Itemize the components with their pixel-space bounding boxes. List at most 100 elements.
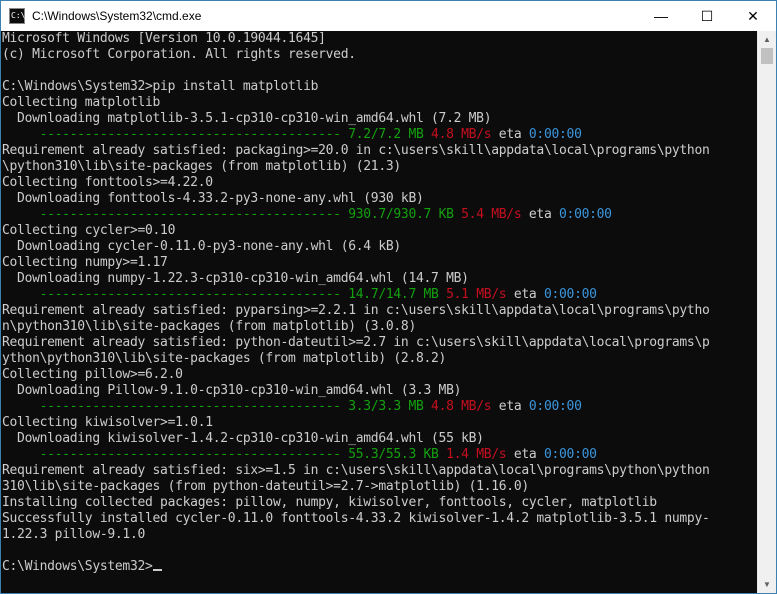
scroll-up-arrow-icon[interactable]: ▲ xyxy=(758,31,776,48)
console-line: Downloading fonttools-4.33.2-py3-none-an… xyxy=(1,191,758,207)
window-controls: — ☐ ✕ xyxy=(638,1,776,31)
console-text: \python310\lib\site-packages (from matpl… xyxy=(2,159,401,174)
console-text: Downloading numpy-1.22.3-cp310-cp310-win… xyxy=(2,271,469,286)
console-text: 0:00:00 xyxy=(528,127,582,142)
console-line: ----------------------------------------… xyxy=(1,399,758,415)
maximize-button[interactable]: ☐ xyxy=(684,1,730,31)
console-text: 55.3/55.3 KB xyxy=(340,447,439,462)
console-line: C:\Windows\System32> xyxy=(1,559,758,575)
console-text: Successfully installed cycler-0.11.0 fon… xyxy=(2,511,710,526)
console-text: Requirement already satisfied: pyparsing… xyxy=(2,303,710,318)
console-text: ---------------------------------------- xyxy=(39,207,341,222)
console-line: Requirement already satisfied: packaging… xyxy=(1,143,758,159)
console-line: Collecting pillow>=6.2.0 xyxy=(1,367,758,383)
console-line: Microsoft Windows [Version 10.0.19044.16… xyxy=(1,31,758,47)
console-line: Downloading kiwisolver-1.4.2-cp310-cp310… xyxy=(1,431,758,447)
console-text: 310\lib\site-packages (from python-dateu… xyxy=(2,479,529,494)
console-text: ---------------------------------------- xyxy=(39,287,341,302)
console-text: n\python310\lib\site-packages (from matp… xyxy=(2,319,416,334)
console-line: (c) Microsoft Corporation. All rights re… xyxy=(1,47,758,63)
console-text: 5.4 MB/s xyxy=(453,207,522,222)
console-line: Downloading numpy-1.22.3-cp310-cp310-win… xyxy=(1,271,758,287)
console-text: 0:00:00 xyxy=(559,207,612,222)
console-line: Collecting cycler>=0.10 xyxy=(1,223,758,239)
command-prompt-icon[interactable]: C:\ xyxy=(9,8,25,24)
console-text: 930.7/930.7 KB xyxy=(340,207,454,222)
console-text: 3.3/3.3 MB xyxy=(340,399,424,414)
console-text: 0:00:00 xyxy=(543,287,597,302)
console-text: Requirement already satisfied: packaging… xyxy=(2,143,710,158)
text-cursor xyxy=(152,569,162,571)
console-text: Requirement already satisfied: python-da… xyxy=(2,335,710,350)
console-line: n\python310\lib\site-packages (from matp… xyxy=(1,319,758,335)
console-line: Collecting matplotlib xyxy=(1,95,758,111)
console-line: Downloading matplotlib-3.5.1-cp310-cp310… xyxy=(1,111,758,127)
console-line: Requirement already satisfied: six>=1.5 … xyxy=(1,463,758,479)
console-text: 1.22.3 pillow-9.1.0 xyxy=(2,527,146,542)
console-line: ython\python310\lib\site-packages (from … xyxy=(1,351,758,367)
console-line: Collecting kiwisolver>=1.0.1 xyxy=(1,415,758,431)
console-text: Installing collected packages: pillow, n… xyxy=(2,495,657,510)
console-text: ython\python310\lib\site-packages (from … xyxy=(2,351,447,366)
console-text: 4.8 MB/s xyxy=(423,127,492,142)
console-line: Installing collected packages: pillow, n… xyxy=(1,495,758,511)
console-text: Collecting numpy>=1.17 xyxy=(2,255,168,270)
title-bar[interactable]: C:\ C:\Windows\System32\cmd.exe — ☐ ✕ xyxy=(1,1,776,31)
console-line: ----------------------------------------… xyxy=(1,127,758,143)
console-text: Downloading cycler-0.11.0-py3-none-any.w… xyxy=(2,239,401,254)
console-text: 7.2/7.2 MB xyxy=(340,127,424,142)
console-line: Requirement already satisfied: pyparsing… xyxy=(1,303,758,319)
console-line: Collecting fonttools>=4.22.0 xyxy=(1,175,758,191)
console-text: C:\Windows\System32> xyxy=(2,559,153,574)
console-output[interactable]: Microsoft Windows [Version 10.0.19044.16… xyxy=(1,31,758,593)
scrollbar-thumb[interactable] xyxy=(761,48,773,64)
console-text: eta xyxy=(506,447,544,462)
console-line: 310\lib\site-packages (from python-dateu… xyxy=(1,479,758,495)
minimize-button[interactable]: — xyxy=(638,1,684,31)
console-line: Requirement already satisfied: python-da… xyxy=(1,335,758,351)
console-text: 0:00:00 xyxy=(543,447,597,462)
console-text: eta xyxy=(491,127,529,142)
console-text: Collecting matplotlib xyxy=(2,95,161,110)
scroll-down-arrow-icon[interactable]: ▼ xyxy=(758,576,776,593)
console-line: C:\Windows\System32>pip install matplotl… xyxy=(1,79,758,95)
console-text: Microsoft Windows [Version 10.0.19044.16… xyxy=(2,31,326,46)
console-line: Successfully installed cycler-0.11.0 fon… xyxy=(1,511,758,527)
console-text: Requirement already satisfied: six>=1.5 … xyxy=(2,463,710,478)
console-text: Collecting fonttools>=4.22.0 xyxy=(2,175,213,190)
window-title: C:\Windows\System32\cmd.exe xyxy=(32,9,202,23)
console-text: eta xyxy=(521,207,560,222)
console-line: 1.22.3 pillow-9.1.0 xyxy=(1,527,758,543)
console-text: (c) Microsoft Corporation. All rights re… xyxy=(2,47,356,62)
console-text: 5.1 MB/s xyxy=(438,287,507,302)
console-line: Downloading cycler-0.11.0-py3-none-any.w… xyxy=(1,239,758,255)
console-text: ---------------------------------------- xyxy=(39,447,341,462)
console-text: 1.4 MB/s xyxy=(438,447,507,462)
vertical-scrollbar[interactable]: ▲ ▼ xyxy=(757,31,776,593)
console-text: ---------------------------------------- xyxy=(39,127,341,142)
console-text: Collecting pillow>=6.2.0 xyxy=(2,367,183,382)
console-text: Downloading kiwisolver-1.4.2-cp310-cp310… xyxy=(2,431,484,446)
console-text: 0:00:00 xyxy=(528,399,582,414)
console-text: Downloading matplotlib-3.5.1-cp310-cp310… xyxy=(2,111,492,126)
console-text: eta xyxy=(491,399,529,414)
console-line: Collecting numpy>=1.17 xyxy=(1,255,758,271)
console-line: ----------------------------------------… xyxy=(1,447,758,463)
console-text: Downloading fonttools-4.33.2-py3-none-an… xyxy=(2,191,424,206)
cmd-window: C:\ C:\Windows\System32\cmd.exe — ☐ ✕ Mi… xyxy=(0,0,777,594)
console-line: ----------------------------------------… xyxy=(1,287,758,303)
console-line: \python310\lib\site-packages (from matpl… xyxy=(1,159,758,175)
close-button[interactable]: ✕ xyxy=(730,1,776,31)
console-text: 4.8 MB/s xyxy=(423,399,492,414)
console-text: eta xyxy=(506,287,544,302)
console-text: ---------------------------------------- xyxy=(39,399,341,414)
console-line: ----------------------------------------… xyxy=(1,207,758,223)
console-text: 14.7/14.7 MB xyxy=(340,287,439,302)
